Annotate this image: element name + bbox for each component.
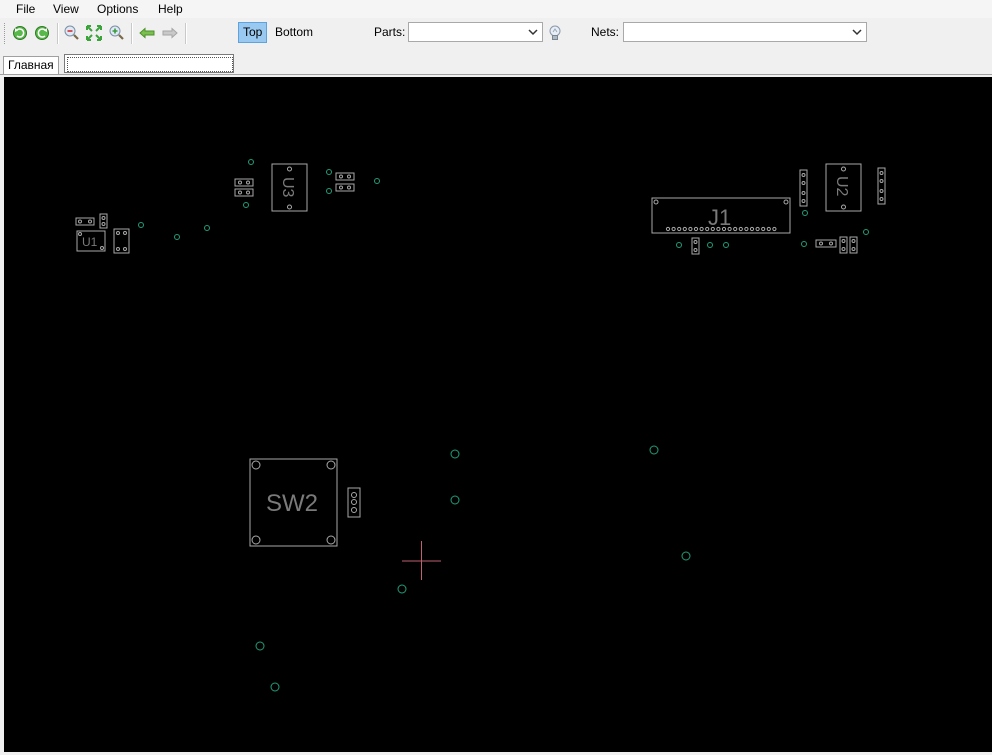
tab-strip: Главная — [0, 52, 992, 75]
label-u1: U1 — [82, 235, 98, 249]
layer-bottom-button[interactable]: Bottom — [271, 22, 317, 43]
zoom-out-button[interactable] — [62, 23, 82, 43]
rotate-right-button[interactable] — [32, 23, 52, 43]
board-drawing[interactable]: U1 U3 U2 J1 SW2 — [4, 77, 992, 752]
zoom-in-button[interactable] — [107, 23, 127, 43]
tab-search-box[interactable] — [64, 54, 234, 73]
toolbar: Top Bottom Parts: Nets: — [0, 18, 992, 48]
j1-pin — [749, 226, 755, 232]
menu-options[interactable]: Options — [95, 1, 140, 17]
j1-pin — [699, 226, 704, 232]
resistor-pad[interactable] — [335, 172, 355, 181]
menu-view[interactable]: View — [51, 1, 81, 17]
label-sw2: SW2 — [266, 490, 318, 517]
board-canvas[interactable]: U1 U3 U2 J1 SW2 — [4, 77, 992, 752]
resistor-pad[interactable] — [877, 167, 886, 205]
parts-label: Parts: — [374, 25, 406, 39]
chevron-down-icon — [528, 29, 538, 36]
nets-label: Nets: — [591, 25, 620, 39]
board-view-frame: U1 U3 U2 J1 SW2 — [0, 75, 992, 752]
via-group — [138, 159, 869, 692]
resistor-pad[interactable] — [234, 178, 254, 187]
zoom-fit-button[interactable] — [84, 23, 104, 43]
resistor-pad[interactable] — [99, 213, 108, 229]
j1-pin — [733, 226, 738, 232]
resistor-pad[interactable] — [849, 236, 858, 254]
resistor-pad[interactable] — [691, 237, 700, 255]
j1-pin — [738, 226, 743, 232]
part-ic-small[interactable] — [113, 228, 130, 254]
resistor-pad[interactable] — [234, 188, 254, 197]
toolbar-separator — [131, 23, 133, 44]
label-j1: J1 — [708, 205, 731, 230]
part-connector-small[interactable] — [347, 487, 361, 518]
resistor-pad[interactable] — [799, 169, 808, 207]
menu-file[interactable]: File — [14, 1, 37, 17]
toolbar-grip — [4, 23, 6, 44]
menu-bar: File View Options Help — [0, 0, 992, 18]
back-button[interactable] — [137, 23, 157, 43]
forward-button[interactable] — [160, 23, 180, 43]
cursor-crosshair — [402, 541, 441, 580]
j1-pin — [766, 226, 771, 232]
label-u3: U3 — [279, 177, 296, 198]
j1-pin — [761, 226, 766, 232]
tab-main[interactable]: Главная — [3, 56, 59, 74]
parts-dropdown[interactable] — [408, 22, 543, 42]
j1-pin — [693, 226, 699, 232]
arrow-left-icon — [139, 27, 155, 39]
zoom-fit-icon — [86, 25, 102, 41]
resistor-pad[interactable] — [75, 217, 95, 226]
lightbulb-icon — [549, 25, 561, 40]
zoom-out-icon — [64, 25, 79, 40]
rotate-left-icon — [13, 26, 27, 40]
menu-help[interactable]: Help — [156, 1, 185, 17]
j1-pin — [772, 226, 777, 232]
zoom-in-icon — [109, 25, 124, 40]
resistor-pad[interactable] — [815, 239, 837, 248]
j1-pin — [688, 226, 693, 232]
j1-pin — [677, 226, 682, 232]
j1-pin — [682, 226, 687, 232]
label-u2: U2 — [833, 176, 850, 197]
rotate-left-button[interactable] — [10, 23, 30, 43]
toolbar-separator — [185, 23, 187, 44]
j1-pin — [671, 226, 676, 232]
highlight-part-button[interactable] — [545, 23, 565, 43]
rotate-right-icon — [35, 26, 49, 40]
j1-pin — [744, 226, 749, 232]
layer-top-button[interactable]: Top — [238, 22, 268, 43]
resistor-pad[interactable] — [839, 236, 848, 254]
j1-pin — [665, 226, 671, 232]
arrow-right-icon — [162, 27, 178, 39]
resistor-pad[interactable] — [335, 183, 355, 192]
toolbar-separator — [57, 23, 59, 44]
j1-pin — [755, 226, 760, 232]
nets-dropdown[interactable] — [623, 22, 867, 42]
chevron-down-icon — [852, 29, 862, 36]
search-input[interactable] — [67, 57, 233, 72]
